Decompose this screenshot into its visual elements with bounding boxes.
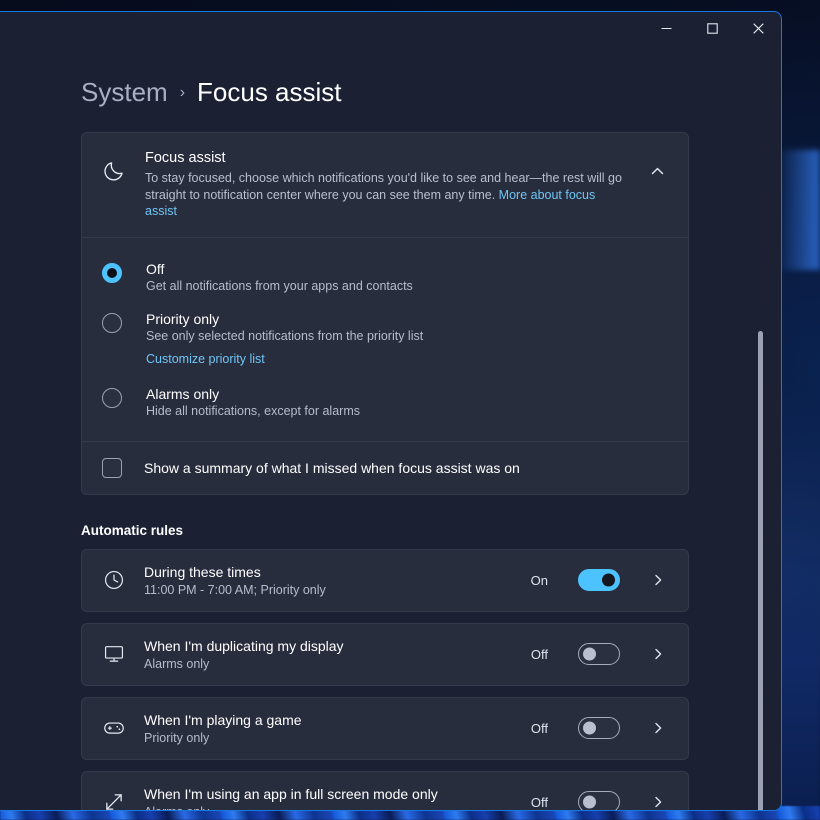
maximize-button[interactable] — [689, 12, 735, 44]
focus-assist-card: Focus assist To stay focused, choose whi… — [81, 132, 689, 495]
breadcrumb-parent-link[interactable]: System — [81, 77, 168, 108]
focus-mode-radio-group: Off Get all notifications from your apps… — [82, 238, 688, 441]
monitor-icon — [102, 642, 126, 666]
minimize-button[interactable] — [643, 12, 689, 44]
rule-row-playing-a-game[interactable]: When I'm playing a game Priority only Of… — [81, 697, 689, 760]
show-summary-row[interactable]: Show a summary of what I missed when foc… — [82, 441, 688, 494]
rule-subtitle: Alarms only — [144, 657, 513, 671]
settings-content: Focus assist To stay focused, choose whi… — [0, 111, 781, 811]
rule-open-button[interactable] — [644, 566, 672, 594]
radio-option-alarms-only-label: Alarms only — [146, 386, 360, 402]
radio-option-off[interactable]: Off Get all notifications from your apps… — [82, 252, 688, 302]
radio-option-alarms-only[interactable]: Alarms only Hide all notifications, exce… — [82, 377, 688, 427]
gamepad-icon — [102, 716, 126, 740]
rule-open-button[interactable] — [644, 714, 672, 742]
rule-title: When I'm duplicating my display — [144, 638, 513, 654]
fullscreen-icon — [102, 790, 126, 811]
radio-option-alarms-only-sub: Hide all notifications, except for alarm… — [146, 404, 360, 418]
rule-state-label: Off — [531, 795, 548, 810]
rule-subtitle: 11:00 PM - 7:00 AM; Priority only — [144, 583, 513, 597]
page-title: Focus assist — [197, 77, 342, 108]
show-summary-label: Show a summary of what I missed when foc… — [144, 460, 520, 476]
rule-title: When I'm using an app in full screen mod… — [144, 786, 513, 802]
rule-toggle-switch[interactable] — [578, 717, 620, 739]
rule-toggle-switch[interactable] — [578, 569, 620, 591]
rule-state-label: Off — [531, 721, 548, 736]
rule-state-label: Off — [531, 647, 548, 662]
breadcrumb: System › Focus assist — [0, 57, 781, 111]
close-button[interactable] — [735, 12, 781, 44]
chevron-up-icon — [651, 165, 664, 178]
minimize-icon — [661, 23, 672, 34]
collapse-card-button[interactable] — [642, 156, 672, 186]
focus-assist-header[interactable]: Focus assist To stay focused, choose whi… — [82, 133, 688, 238]
radio-button-off[interactable] — [102, 263, 122, 283]
wallpaper-glow — [776, 150, 820, 270]
chevron-right-icon — [652, 574, 664, 586]
rule-open-button[interactable] — [644, 788, 672, 811]
automatic-rules-heading: Automatic rules — [81, 523, 689, 538]
radio-button-alarms-only[interactable] — [102, 388, 122, 408]
rule-title: When I'm playing a game — [144, 712, 513, 728]
settings-window: System › Focus assist Focus assist To st… — [0, 11, 782, 811]
window-titlebar — [0, 12, 781, 57]
radio-option-priority-only-sub: See only selected notifications from the… — [146, 329, 423, 343]
customize-priority-list-link[interactable]: Customize priority list — [146, 352, 265, 366]
radio-option-off-label: Off — [146, 261, 413, 277]
radio-option-priority-only-label: Priority only — [146, 311, 423, 327]
radio-option-off-sub: Get all notifications from your apps and… — [146, 279, 413, 293]
toggle-knob — [583, 796, 596, 809]
rule-row-during-these-times[interactable]: During these times 11:00 PM - 7:00 AM; P… — [81, 549, 689, 612]
chevron-right-icon — [652, 722, 664, 734]
focus-assist-description: To stay focused, choose which notificati… — [145, 170, 623, 220]
maximize-icon — [707, 23, 718, 34]
toggle-knob — [583, 648, 596, 661]
focus-assist-title: Focus assist — [145, 150, 623, 166]
toggle-knob — [583, 722, 596, 735]
rule-toggle-switch[interactable] — [578, 791, 620, 811]
clock-icon — [102, 568, 126, 592]
rule-row-full-screen-mode[interactable]: When I'm using an app in full screen mod… — [81, 771, 689, 811]
scrollbar-track[interactable] — [767, 221, 772, 706]
close-icon — [753, 23, 764, 34]
rule-subtitle: Priority only — [144, 731, 513, 745]
chevron-right-icon — [652, 796, 664, 808]
scrollbar-thumb[interactable] — [758, 331, 763, 811]
radio-option-priority-only[interactable]: Priority only See only selected notifica… — [82, 302, 688, 377]
rule-state-label: On — [531, 573, 548, 588]
moon-icon — [102, 159, 126, 183]
rule-subtitle: Alarms only — [144, 805, 513, 811]
toggle-knob — [602, 574, 615, 587]
rule-row-duplicating-display[interactable]: When I'm duplicating my display Alarms o… — [81, 623, 689, 686]
radio-button-priority-only[interactable] — [102, 313, 122, 333]
breadcrumb-separator-icon: › — [180, 84, 185, 102]
rule-toggle-switch[interactable] — [578, 643, 620, 665]
rule-open-button[interactable] — [644, 640, 672, 668]
chevron-right-icon — [652, 648, 664, 660]
show-summary-checkbox[interactable] — [102, 458, 122, 478]
rule-title: During these times — [144, 564, 513, 580]
